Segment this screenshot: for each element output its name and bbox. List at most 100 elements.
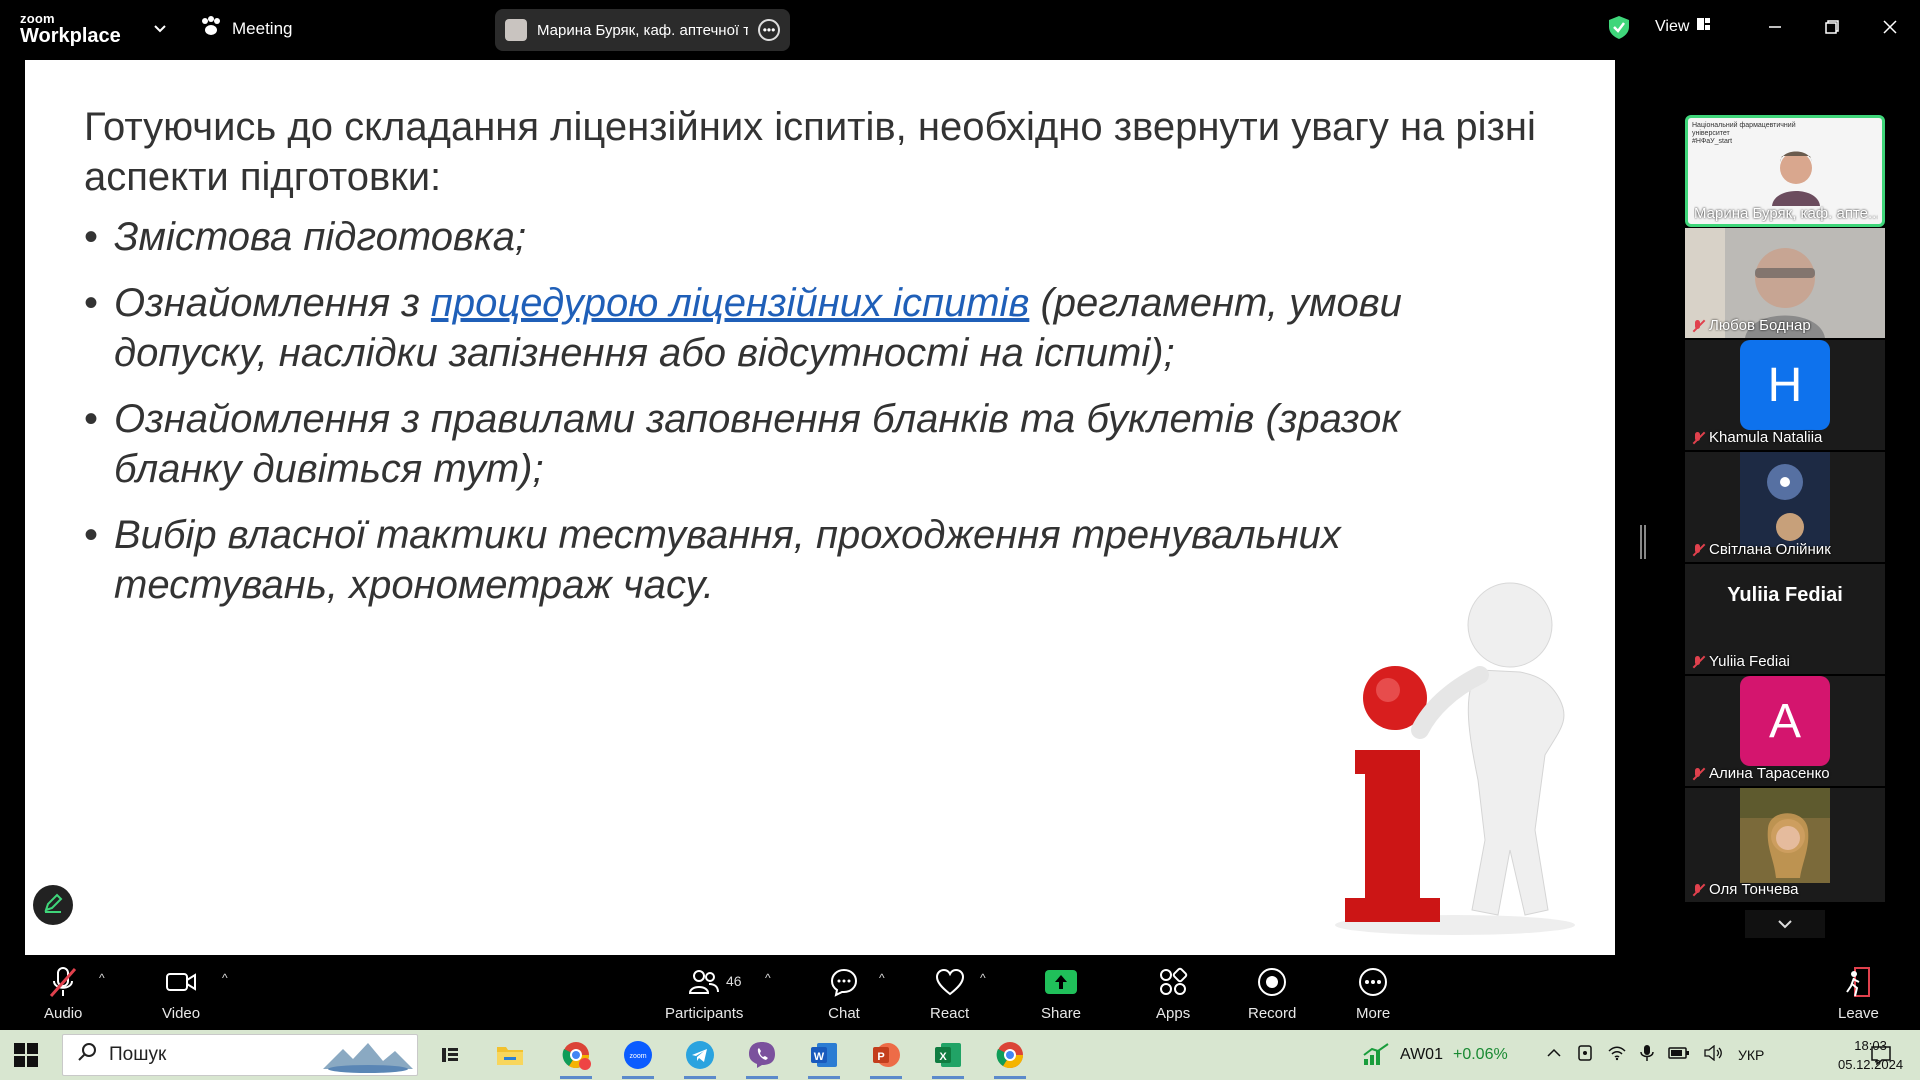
active-speaker-name: Марина Буряк, каф. аптечної те bbox=[537, 21, 748, 39]
chat-icon bbox=[827, 965, 861, 999]
apps-button[interactable]: Apps bbox=[1156, 965, 1190, 1022]
shared-screen-slide: Готуючись до складання ліцензійних іспит… bbox=[25, 60, 1615, 955]
participant-name: Оля Тончева bbox=[1709, 881, 1799, 898]
telegram-icon[interactable] bbox=[680, 1035, 720, 1079]
video-options-caret[interactable]: ^ bbox=[222, 971, 228, 985]
bullet-text: Ознайомлення з правилами заповнення блан… bbox=[114, 397, 1401, 491]
leave-label: Leave bbox=[1838, 1005, 1879, 1022]
participant-tile-active-speaker[interactable]: Національний фармацевтичний університет … bbox=[1685, 115, 1885, 227]
file-explorer-icon[interactable] bbox=[490, 1035, 530, 1075]
active-speaker-pill[interactable]: Марина Буряк, каф. аптечної те ••• bbox=[495, 9, 790, 51]
zoom-workplace-logo: zoom Workplace bbox=[20, 12, 121, 46]
more-options-icon[interactable]: ••• bbox=[758, 19, 780, 41]
participants-count: 46 bbox=[726, 973, 742, 989]
react-label: React bbox=[930, 1005, 970, 1022]
view-button[interactable]: View bbox=[1655, 17, 1711, 36]
participant-tile[interactable]: A Алина Тарасенко bbox=[1685, 676, 1885, 786]
zoom-app-icon[interactable]: zoom bbox=[618, 1035, 658, 1079]
leave-button[interactable]: Leave bbox=[1838, 965, 1879, 1022]
record-button[interactable]: Record bbox=[1248, 965, 1296, 1022]
tile-label: Yuliia Fediai bbox=[1691, 653, 1881, 670]
chevron-down-icon[interactable] bbox=[150, 18, 170, 38]
svg-text:P: P bbox=[877, 1051, 884, 1063]
participant-photo bbox=[1740, 788, 1830, 883]
participants-label: Participants bbox=[665, 1005, 744, 1022]
battery-icon[interactable] bbox=[1668, 1046, 1690, 1065]
participant-name: Любов Боднар bbox=[1709, 317, 1811, 334]
chat-label: Chat bbox=[828, 1005, 860, 1022]
mic-muted-icon bbox=[1691, 767, 1705, 781]
share-screen-icon bbox=[1044, 965, 1078, 999]
close-button[interactable] bbox=[1875, 12, 1905, 42]
search-icon bbox=[77, 1042, 97, 1068]
bullet-item: • Вибір власної тактики тестування, прохо… bbox=[84, 513, 1341, 607]
word-icon[interactable]: W bbox=[804, 1035, 844, 1079]
meet-now-icon[interactable] bbox=[1576, 1044, 1594, 1067]
slide-intro-text: Готуючись до складання ліцензійних іспит… bbox=[84, 105, 1536, 199]
meeting-menu-button[interactable]: Meeting bbox=[200, 16, 292, 41]
speaker-icon[interactable] bbox=[1704, 1044, 1724, 1066]
tile-label: Світлана Олійник bbox=[1691, 541, 1881, 558]
wifi-icon[interactable] bbox=[1608, 1045, 1626, 1066]
bullet-item: • Змістова підготовка; bbox=[84, 215, 527, 259]
task-view-icon[interactable] bbox=[430, 1035, 470, 1075]
video-button[interactable]: Video bbox=[162, 965, 200, 1022]
audio-button[interactable]: Audio bbox=[44, 965, 82, 1022]
chat-button[interactable]: Chat bbox=[827, 965, 861, 1022]
audio-options-caret[interactable]: ^ bbox=[99, 971, 105, 985]
participant-tile[interactable]: H Khamula Nataliia bbox=[1685, 340, 1885, 450]
participant-tile[interactable]: Світлана Олійник bbox=[1685, 452, 1885, 562]
video-camera-icon bbox=[164, 965, 198, 999]
logo-line1: zoom bbox=[20, 11, 55, 26]
scroll-down-button[interactable] bbox=[1745, 910, 1825, 938]
input-language[interactable]: УКР bbox=[1738, 1047, 1764, 1063]
panel-resize-handle[interactable] bbox=[1640, 525, 1646, 559]
restore-button[interactable] bbox=[1817, 12, 1847, 42]
procedure-link[interactable]: процедурою ліцензійних іспитів bbox=[431, 281, 1029, 325]
participants-icon bbox=[687, 965, 721, 999]
participant-tile[interactable]: Любов Боднар bbox=[1685, 228, 1885, 338]
participant-display-name: Yuliia Fediai bbox=[1727, 584, 1843, 606]
excel-icon[interactable]: X bbox=[928, 1035, 968, 1079]
info-figure-illustration bbox=[1335, 582, 1575, 935]
more-icon bbox=[1356, 965, 1390, 999]
microphone-icon[interactable] bbox=[1640, 1044, 1654, 1067]
powerpoint-icon[interactable]: P bbox=[866, 1035, 906, 1079]
share-screen-button[interactable]: Share bbox=[1041, 965, 1081, 1022]
view-label: View bbox=[1655, 17, 1690, 35]
more-button[interactable]: More bbox=[1356, 965, 1390, 1022]
participants-options-caret[interactable]: ^ bbox=[765, 971, 771, 985]
security-shield-icon[interactable] bbox=[1606, 14, 1632, 40]
minimize-button[interactable] bbox=[1760, 12, 1790, 42]
tile-label: Любов Боднар bbox=[1691, 317, 1881, 334]
notifications-button[interactable] bbox=[1870, 1030, 1892, 1080]
taskbar-search-box[interactable]: Пошук bbox=[62, 1034, 418, 1076]
viber-icon[interactable] bbox=[742, 1035, 782, 1079]
windows-taskbar: Пошук zoom W P X AW01 +0.06% УКР 18:03 0… bbox=[0, 1030, 1920, 1080]
mic-muted-icon bbox=[1691, 319, 1705, 333]
logo-line2: Workplace bbox=[20, 25, 121, 47]
apps-label: Apps bbox=[1156, 1005, 1191, 1022]
participant-tile[interactable]: Yuliia Fediai Yuliia Fediai bbox=[1685, 564, 1885, 674]
avatar: A bbox=[1740, 676, 1830, 766]
search-placeholder: Пошук bbox=[109, 1044, 167, 1065]
bullet-text: Змістова підготовка; bbox=[114, 215, 527, 259]
react-button[interactable]: React bbox=[930, 965, 969, 1022]
chrome-icon[interactable] bbox=[990, 1035, 1030, 1079]
participant-name: Khamula Nataliia bbox=[1709, 429, 1823, 446]
meeting-icon bbox=[200, 16, 222, 41]
react-options-caret[interactable]: ^ bbox=[980, 971, 986, 985]
leave-icon bbox=[1841, 965, 1875, 999]
participant-name: Yuliia Fediai bbox=[1709, 653, 1790, 670]
chevron-up-icon[interactable] bbox=[1546, 1046, 1562, 1064]
participant-name: Світлана Олійник bbox=[1709, 541, 1831, 558]
chat-options-caret[interactable]: ^ bbox=[879, 971, 885, 985]
bullet-item: • Ознайомлення з правилами заповнення бла… bbox=[84, 397, 1401, 491]
annotate-button[interactable] bbox=[33, 885, 73, 925]
stock-widget[interactable]: AW01 +0.06% bbox=[1362, 1030, 1508, 1080]
chevron-down-icon bbox=[1778, 920, 1792, 929]
svg-text:X: X bbox=[939, 1051, 947, 1063]
participant-tile[interactable]: Оля Тончева bbox=[1685, 788, 1885, 902]
chrome-profile-icon[interactable] bbox=[556, 1035, 596, 1079]
windows-start-button[interactable] bbox=[14, 1043, 38, 1067]
